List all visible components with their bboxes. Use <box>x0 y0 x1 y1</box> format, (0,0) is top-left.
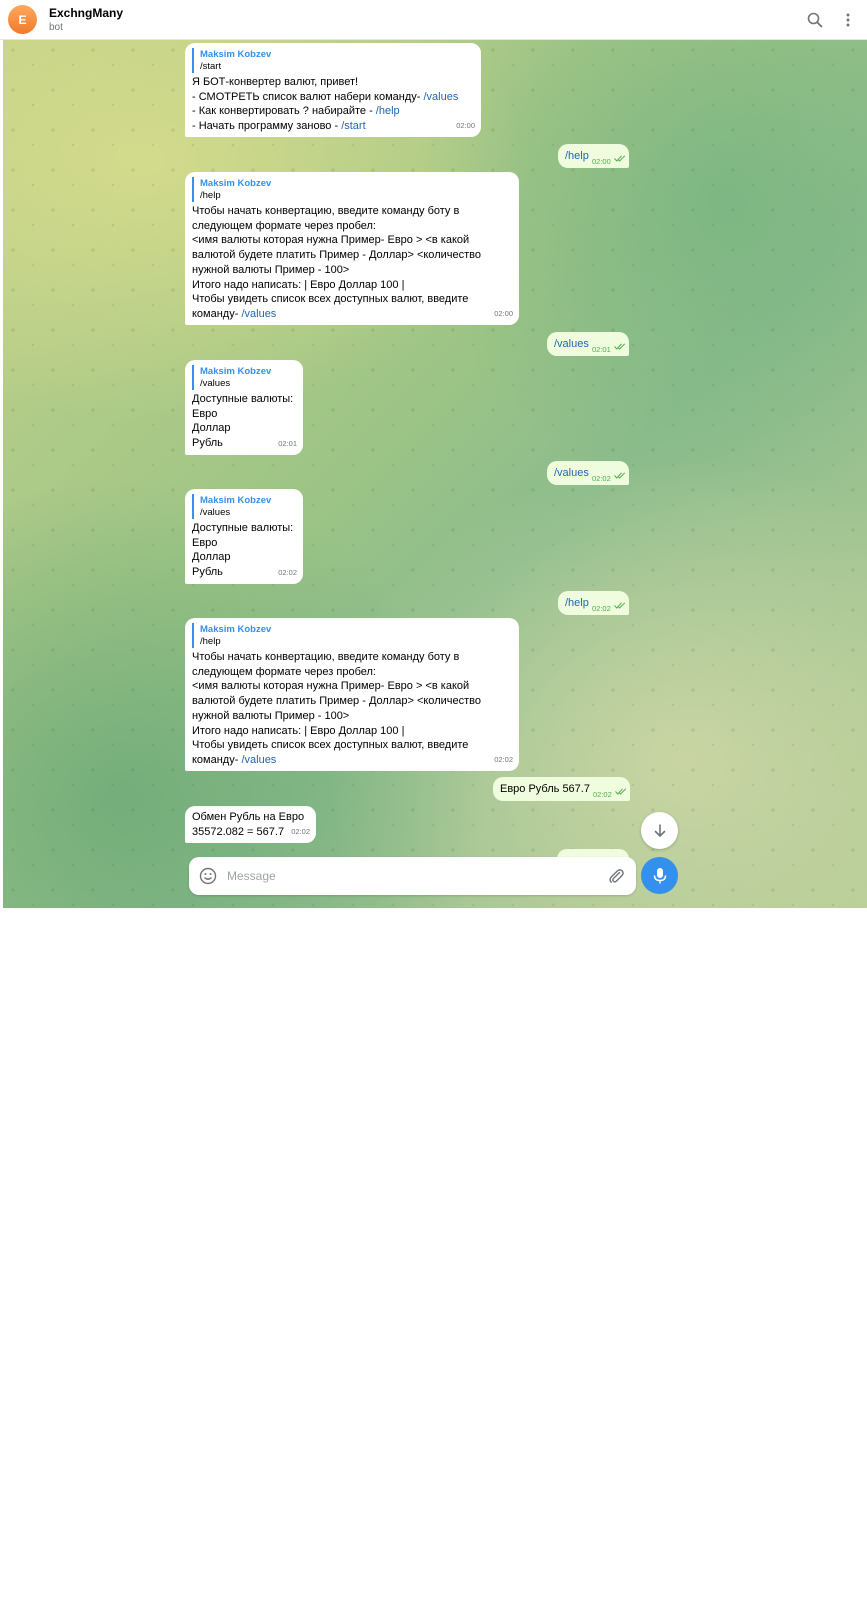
message-outgoing[interactable]: /help 02:00 <box>558 144 629 168</box>
message-line: Чтобы увидеть список всех доступных валю… <box>192 293 469 306</box>
message-line: команду- /values <box>192 307 277 320</box>
double-check-icon <box>614 343 626 350</box>
message-time: 02:01 <box>278 439 297 449</box>
reply-quote[interactable]: Maksim Kobzev /values <box>192 494 296 519</box>
message-incoming[interactable]: Maksim Kobzev /help Чтобы начать конверт… <box>185 172 519 325</box>
message-line: команду- /values <box>192 753 277 766</box>
message-line: - Как конвертировать ? набирайте - /help <box>192 105 400 118</box>
message-time: 02:02 <box>592 474 611 483</box>
message-line: <имя валюты которая нужна Пример- Евро >… <box>192 234 470 247</box>
message-line: Евро <box>192 536 218 549</box>
reply-quote[interactable]: Maksim Kobzev /start <box>192 48 474 73</box>
double-check-icon <box>614 155 626 162</box>
reply-quote[interactable]: Maksim Kobzev /values <box>192 365 296 390</box>
message-line: валютой будете платить Пример - Доллар> … <box>192 249 481 262</box>
arrow-down-icon <box>654 823 665 837</box>
chat-header: E ExchngMany bot <box>0 0 867 40</box>
message-time: 02:00 <box>592 157 611 166</box>
message-time: 02:02 <box>494 755 513 765</box>
message-time: 02:01 <box>592 345 611 354</box>
message-line: следующем формате через пробел: <box>192 665 376 678</box>
microphone-button[interactable] <box>641 857 678 894</box>
command-link[interactable]: /values <box>241 308 276 320</box>
message-line: Чтобы увидеть список всех доступных валю… <box>192 739 469 752</box>
microphone-icon <box>653 867 666 883</box>
message-line: валютой будете платить Пример - Доллар> … <box>192 695 481 708</box>
message-line: Доступные валюты: <box>192 393 294 405</box>
reply-author: Maksim Kobzev <box>200 49 272 60</box>
reply-quote[interactable]: Maksim Kobzev /help <box>192 177 512 202</box>
chat-subtitle: bot <box>49 22 63 33</box>
chat-background <box>3 40 867 908</box>
paperclip-icon[interactable] <box>607 867 625 885</box>
message-line: Я БОТ-конвертер валют, привет! <box>192 76 359 88</box>
message-outgoing[interactable]: /values 02:02 <box>547 461 629 485</box>
message-text: Евро Рубль 567.7 <box>500 783 590 795</box>
reply-text: /start <box>200 61 222 72</box>
reply-author: Maksim Kobzev <box>200 495 272 506</box>
message-outgoing[interactable]: /values 02:01 <box>547 332 629 356</box>
message-time: 02:00 <box>456 121 475 131</box>
reply-quote[interactable]: Maksim Kobzev /help <box>192 623 512 648</box>
message-outgoing[interactable]: /help 02:02 <box>558 591 629 615</box>
message-time: 02:02 <box>593 790 612 799</box>
message-line: - Начать программу заново - /start <box>192 120 366 133</box>
command-link[interactable]: /start <box>341 120 365 132</box>
command-link[interactable]: /help <box>565 597 589 609</box>
message-time: 02:02 <box>291 827 310 837</box>
message-incoming[interactable]: Maksim Kobzev /values Доступные валюты: … <box>185 489 303 584</box>
reply-text: /values <box>200 378 231 389</box>
message-incoming[interactable]: Maksim Kobzev /help Чтобы начать конверт… <box>185 618 519 771</box>
message-incoming[interactable]: Maksim Kobzev /values Доступные валюты: … <box>185 360 303 455</box>
reply-author: Maksim Kobzev <box>200 178 272 189</box>
double-check-icon <box>615 788 627 795</box>
command-link[interactable]: /help <box>565 150 589 162</box>
search-icon[interactable] <box>805 10 825 30</box>
reply-author: Maksim Kobzev <box>200 366 272 377</box>
command-link[interactable]: /values <box>554 467 589 479</box>
message-line: Евро <box>192 407 218 420</box>
telegram-app: E ExchngMany bot Maksim Kobzev /start Я … <box>0 0 867 908</box>
message-line: - СМОТРЕТЬ список валют набери команду- … <box>192 90 459 103</box>
message-line: Доллар <box>192 551 231 564</box>
message-line: Доступные валюты: <box>192 522 294 534</box>
message-line: Итого надо написать: | Евро Доллар 100 | <box>192 278 405 291</box>
message-time: 02:02 <box>592 604 611 613</box>
message-line: Чтобы начать конвертацию, введите команд… <box>192 651 460 663</box>
avatar[interactable]: E <box>8 5 37 34</box>
message-time: 02:02 <box>278 568 297 578</box>
double-check-icon <box>614 602 626 609</box>
scroll-down-button[interactable] <box>641 812 678 849</box>
reply-text: /help <box>200 190 221 201</box>
command-link[interactable]: /values <box>554 338 589 350</box>
message-outgoing[interactable]: Евро Рубль 567.7 02:02 <box>493 777 630 801</box>
message-line: следующем формате через пробел: <box>192 219 376 232</box>
message-line: Обмен Рубль на Евро <box>192 811 305 823</box>
message-line: <имя валюты которая нужна Пример- Евро >… <box>192 680 470 693</box>
message-composer: Message <box>189 857 636 895</box>
reply-text: /help <box>200 636 221 647</box>
command-link[interactable]: /help <box>376 105 400 117</box>
reply-text: /values <box>200 507 231 518</box>
message-line: Чтобы начать конвертацию, введите команд… <box>192 205 460 217</box>
message-line: нужной валюты Пример - 100> <box>192 709 350 722</box>
command-link[interactable]: /values <box>423 91 458 103</box>
reply-author: Maksim Kobzev <box>200 624 272 635</box>
message-line: Доллар <box>192 422 231 435</box>
smile-icon[interactable] <box>199 867 217 885</box>
message-line: Итого надо написать: | Евро Доллар 100 | <box>192 724 405 737</box>
message-input[interactable]: Message <box>227 869 276 883</box>
chat-title[interactable]: ExchngMany <box>49 6 123 20</box>
more-vert-icon[interactable] <box>838 10 858 30</box>
message-time: 02:00 <box>494 309 513 319</box>
message-incoming[interactable]: Обмен Рубль на Евро 35572.082 = 567.7 02… <box>185 806 316 843</box>
double-check-icon <box>614 472 626 479</box>
message-line: нужной валюты Пример - 100> <box>192 263 350 276</box>
command-link[interactable]: /values <box>241 754 276 766</box>
message-incoming[interactable]: Maksim Kobzev /start Я БОТ-конвертер вал… <box>185 43 481 137</box>
